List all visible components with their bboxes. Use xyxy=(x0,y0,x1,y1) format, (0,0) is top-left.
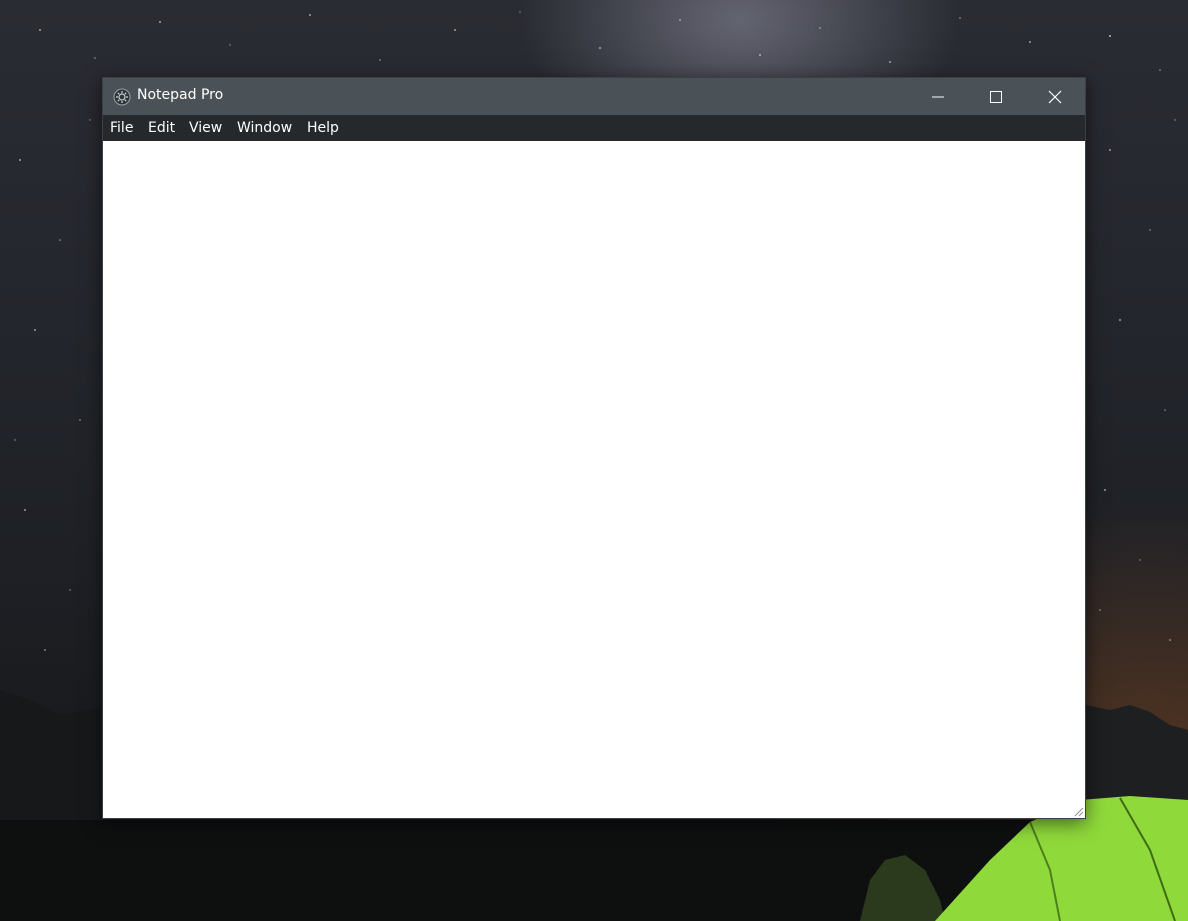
menu-edit[interactable]: Edit xyxy=(148,115,175,141)
menu-file[interactable]: File xyxy=(110,115,133,141)
minimize-icon xyxy=(932,96,944,97)
window-title: Notepad Pro xyxy=(137,87,224,103)
menu-bar: File Edit View Window Help xyxy=(103,115,1085,141)
maximize-icon xyxy=(990,90,1002,103)
close-icon xyxy=(1048,90,1062,103)
menu-window[interactable]: Window xyxy=(237,115,292,141)
app-gear-icon xyxy=(113,88,131,106)
minimize-button[interactable] xyxy=(909,78,967,115)
maximize-button[interactable] xyxy=(967,78,1025,115)
notepad-window: Notepad Pro File Edit View Window Help xyxy=(102,77,1086,819)
resize-grip-icon[interactable] xyxy=(1072,805,1084,817)
menu-help[interactable]: Help xyxy=(307,115,339,141)
text-editor-area[interactable] xyxy=(103,141,1085,818)
close-button[interactable] xyxy=(1025,78,1085,115)
title-bar[interactable]: Notepad Pro xyxy=(103,78,1085,115)
menu-view[interactable]: View xyxy=(189,115,222,141)
